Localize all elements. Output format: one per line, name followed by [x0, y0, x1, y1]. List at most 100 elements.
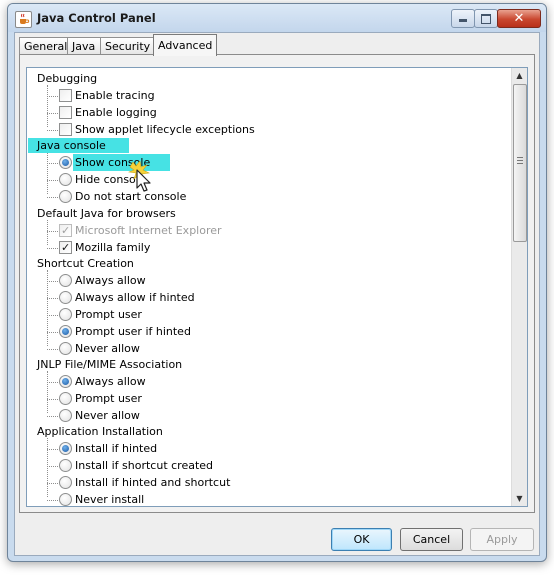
option-jnlp-always-allow[interactable]: Always allow	[27, 373, 511, 390]
option-show-console[interactable]: Show console	[27, 154, 511, 171]
radio-button[interactable]	[59, 291, 72, 304]
tree-branch	[47, 323, 58, 333]
option-shortcut-prompt-user[interactable]: Prompt user	[27, 306, 511, 323]
advanced-tab-panel: Debugging Enable tracing Enable logging …	[19, 54, 535, 513]
option-install-if-hinted-and-shortcut[interactable]: Install if hinted and shortcut	[27, 474, 511, 491]
apply-button: Apply	[470, 528, 534, 551]
settings-tree[interactable]: Debugging Enable tracing Enable logging …	[26, 67, 528, 507]
tree-branch	[47, 154, 58, 164]
section-shortcut-creation: Shortcut Creation	[27, 255, 521, 272]
option-hide-console[interactable]: Hide console	[27, 171, 511, 188]
option-label: Never install	[75, 493, 145, 506]
ok-button[interactable]: OK	[331, 528, 392, 551]
minimize-button[interactable]	[451, 9, 475, 28]
radio-button[interactable]	[59, 476, 72, 489]
tree-branch	[47, 87, 58, 97]
option-never-install[interactable]: Never install	[27, 491, 511, 506]
radio-button[interactable]	[59, 392, 72, 405]
close-button[interactable]: ✕	[497, 9, 541, 28]
option-label: Prompt user	[75, 308, 142, 321]
option-label: Enable logging	[75, 106, 157, 119]
option-do-not-start-console[interactable]: Do not start console	[27, 188, 511, 205]
tree-branch	[47, 121, 58, 131]
option-shortcut-always-allow-if-hinted[interactable]: Always allow if hinted	[27, 289, 511, 306]
option-enable-logging[interactable]: Enable logging	[27, 104, 511, 121]
section-label: Shortcut Creation	[37, 257, 134, 270]
checkbox[interactable]	[59, 89, 72, 102]
section-label: JNLP File/MIME Association	[37, 358, 183, 371]
tree-branch	[47, 407, 58, 417]
radio-button[interactable]	[59, 325, 72, 338]
option-install-if-shortcut-created[interactable]: Install if shortcut created	[27, 457, 511, 474]
scroll-up-arrow-icon[interactable]: ▲	[512, 68, 527, 83]
radio-button[interactable]	[59, 375, 72, 388]
option-label: Always allow if hinted	[75, 291, 195, 304]
section-jnlp-mime-association: JNLP File/MIME Association	[27, 356, 521, 373]
option-label: Enable tracing	[75, 89, 155, 102]
section-label: Debugging	[37, 72, 98, 85]
tree-branch	[47, 222, 58, 232]
mouse-pointer-icon	[127, 160, 158, 196]
option-enable-tracing[interactable]: Enable tracing	[27, 87, 511, 104]
option-shortcut-prompt-user-if-hinted[interactable]: Prompt user if hinted	[27, 323, 511, 340]
option-microsoft-internet-explorer: Microsoft Internet Explorer	[27, 222, 511, 239]
section-debugging: Debugging	[27, 70, 521, 87]
tab-general[interactable]: General	[19, 37, 72, 55]
tree-branch	[47, 457, 58, 467]
option-label: Microsoft Internet Explorer	[75, 224, 222, 237]
tree-branch	[47, 171, 58, 181]
option-label: Mozilla family	[75, 241, 151, 254]
title-bar[interactable]: Java Control Panel ✕	[8, 4, 546, 32]
tab-advanced[interactable]: Advanced	[153, 34, 217, 56]
tree-branch	[47, 289, 58, 299]
minimize-icon	[459, 19, 467, 22]
radio-button[interactable]	[59, 156, 72, 169]
option-jnlp-prompt-user[interactable]: Prompt user	[27, 390, 511, 407]
tree-branch	[47, 188, 58, 198]
option-mozilla-family[interactable]: Mozilla family	[27, 239, 511, 256]
option-label: Show applet lifecycle exceptions	[75, 123, 255, 136]
maximize-button[interactable]	[474, 9, 498, 28]
section-default-java-browsers: Default Java for browsers	[27, 205, 521, 222]
tab-security[interactable]: Security	[100, 37, 158, 55]
radio-button[interactable]	[59, 493, 72, 506]
grip-icon	[517, 157, 523, 164]
radio-button[interactable]	[59, 442, 72, 455]
section-application-installation: Application Installation	[27, 423, 521, 440]
window-title: Java Control Panel	[37, 11, 156, 25]
tree-branch	[47, 239, 58, 249]
section-label: Java console	[28, 138, 129, 153]
radio-button[interactable]	[59, 342, 72, 355]
maximize-icon	[481, 14, 491, 24]
tree-branch	[47, 491, 58, 501]
tree-branch	[47, 373, 58, 383]
option-shortcut-never-allow[interactable]: Never allow	[27, 340, 511, 357]
option-shortcut-always-allow[interactable]: Always allow	[27, 272, 511, 289]
option-jnlp-never-allow[interactable]: Never allow	[27, 407, 511, 424]
checkbox[interactable]	[59, 239, 72, 256]
radio-button[interactable]	[59, 409, 72, 422]
vertical-scrollbar[interactable]: ▲ ▼	[511, 68, 527, 506]
option-install-if-hinted[interactable]: Install if hinted	[27, 440, 511, 457]
section-label: Default Java for browsers	[37, 207, 176, 220]
option-label: Prompt user	[75, 392, 142, 405]
cancel-button[interactable]: Cancel	[400, 528, 463, 551]
radio-button[interactable]	[59, 190, 72, 203]
tree-branch	[47, 440, 58, 450]
tree-branch	[47, 474, 58, 484]
checkbox[interactable]	[59, 123, 72, 136]
tree-branch	[47, 306, 58, 316]
scroll-thumb[interactable]	[513, 84, 527, 242]
tree-branch	[47, 390, 58, 400]
radio-button[interactable]	[59, 274, 72, 287]
option-label: Never allow	[75, 409, 140, 422]
scroll-down-arrow-icon[interactable]: ▼	[512, 491, 527, 506]
radio-button[interactable]	[59, 173, 72, 186]
checkbox[interactable]	[59, 106, 72, 119]
radio-button[interactable]	[59, 308, 72, 321]
radio-button[interactable]	[59, 459, 72, 472]
option-label: Install if hinted and shortcut	[75, 476, 231, 489]
option-show-applet-lifecycle-exceptions[interactable]: Show applet lifecycle exceptions	[27, 121, 511, 138]
section-java-console: Java console	[27, 137, 521, 154]
client-area: General Java Security Advanced Debugging	[14, 32, 540, 556]
